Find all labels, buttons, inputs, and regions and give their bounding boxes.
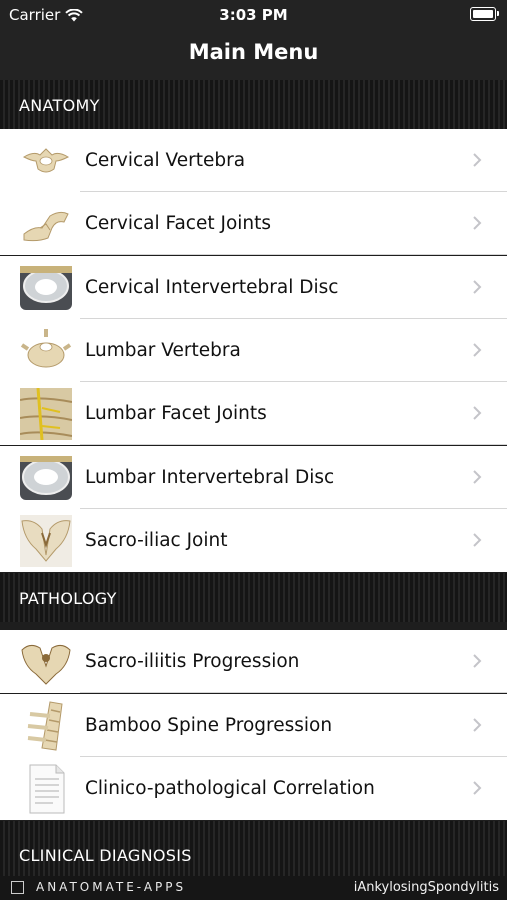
sacro-iliac-joint-icon xyxy=(20,515,72,567)
chevron-right-icon xyxy=(473,533,482,547)
menu-item-label: Lumbar Vertebra xyxy=(85,340,241,361)
footer-brand: ANATOMATE-APPS xyxy=(36,880,187,894)
chevron-right-icon xyxy=(473,343,482,357)
section-title: ANATOMY xyxy=(19,96,100,115)
chevron-right-icon xyxy=(473,153,482,167)
menu-item-label: Cervical Facet Joints xyxy=(85,213,272,234)
divider xyxy=(80,692,507,693)
cervical-disc-icon xyxy=(20,266,72,310)
document-icon xyxy=(29,764,65,814)
menu-item-sacro-iliitis-progression[interactable]: Sacro-iliitis Progression xyxy=(0,630,507,693)
menu-item-cervical-intervertebral-disc[interactable]: Cervical Intervertebral Disc xyxy=(0,256,507,319)
menu-item-label: Bamboo Spine Progression xyxy=(85,715,333,736)
menu-item-label: Sacro-iliac Joint xyxy=(85,530,228,551)
menu-item-sacro-iliac-joint[interactable]: Sacro-iliac Joint xyxy=(0,509,507,572)
section-header-pathology: PATHOLOGY xyxy=(0,573,507,622)
menu-item-clinico-pathological-correlation[interactable]: Clinico-pathological Correlation xyxy=(0,757,507,820)
section-title: CLINICAL DIAGNOSIS xyxy=(19,846,192,865)
menu-item-label: Clinico-pathological Correlation xyxy=(85,778,375,799)
page-title: Main Menu xyxy=(188,40,319,64)
chevron-right-icon xyxy=(473,654,482,668)
lumbar-facet-joints-icon xyxy=(20,388,72,440)
cervical-vertebra-icon xyxy=(22,148,70,173)
navigation-bar: Main Menu xyxy=(0,30,507,80)
pelvis-icon xyxy=(21,644,71,685)
chevron-right-icon xyxy=(473,280,482,294)
clock: 3:03 PM xyxy=(219,6,288,24)
divider xyxy=(80,444,507,445)
cervical-facet-joints-icon xyxy=(23,211,69,242)
menu-item-cervical-facet-joints[interactable]: Cervical Facet Joints xyxy=(0,192,507,255)
menu-item-label: Lumbar Intervertebral Disc xyxy=(85,467,335,488)
chevron-right-icon xyxy=(473,718,482,732)
chevron-right-icon xyxy=(473,406,482,420)
menu-item-bamboo-spine-progression[interactable]: Bamboo Spine Progression xyxy=(0,694,507,757)
lumbar-disc-icon xyxy=(20,456,72,500)
footer-bar: ANATOMATE-APPS iAnkylosingSpondylitis xyxy=(0,876,507,900)
menu-item-lumbar-facet-joints[interactable]: Lumbar Facet Joints xyxy=(0,382,507,445)
spine-icon xyxy=(27,701,63,751)
menu-item-lumbar-intervertebral-disc[interactable]: Lumbar Intervertebral Disc xyxy=(0,446,507,509)
section-header-clinical-diagnosis: CLINICAL DIAGNOSIS xyxy=(0,821,507,876)
anatomate-logo-icon xyxy=(11,881,24,894)
menu-item-label: Lumbar Facet Joints xyxy=(85,403,267,424)
battery-icon xyxy=(470,7,499,21)
chevron-right-icon xyxy=(473,470,482,484)
menu-item-cervical-vertebra[interactable]: Cervical Vertebra xyxy=(0,129,507,192)
menu-item-label: Cervical Intervertebral Disc xyxy=(85,277,339,298)
divider xyxy=(80,254,507,255)
footer-app-name: iAnkylosingSpondylitis xyxy=(353,880,499,895)
lumbar-vertebra-icon xyxy=(20,329,72,368)
menu-item-label: Sacro-iliitis Progression xyxy=(85,651,300,672)
section-title: PATHOLOGY xyxy=(19,589,117,608)
section-header-anatomy: ANATOMY xyxy=(0,80,507,129)
status-bar: Carrier 3:03 PM xyxy=(0,0,507,30)
menu-item-lumbar-vertebra[interactable]: Lumbar Vertebra xyxy=(0,319,507,382)
chevron-right-icon xyxy=(473,216,482,230)
menu-item-label: Cervical Vertebra xyxy=(85,150,246,171)
chevron-right-icon xyxy=(473,781,482,795)
